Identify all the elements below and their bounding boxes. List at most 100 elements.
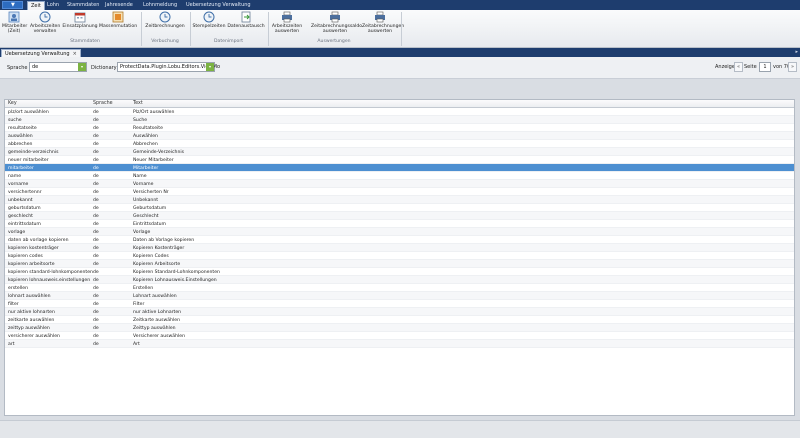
column-header-text[interactable]: Text [133,101,143,106]
key-cell[interactable]: eintrittsdatum [8,222,41,227]
table-row[interactable]: eintrittsdatum de Eintrittsdatum [5,220,794,228]
text-cell[interactable]: Art [133,342,140,347]
sprache-cell[interactable]: de [93,278,99,283]
table-row[interactable]: suche de Suche [5,116,794,124]
text-cell[interactable]: Kopieren Arbeitsorte [133,262,180,267]
page-input[interactable]: 1 [759,62,771,72]
table-row[interactable]: versicherer auswählen de Versicherer auswä… [5,332,794,340]
key-cell[interactable]: lohnart auswählen [8,294,51,299]
sprache-cell[interactable]: de [93,230,99,235]
text-cell[interactable]: Zeitkarte auswählen [133,318,180,323]
datenaustausch-button[interactable]: Datenaustausch [227,11,265,29]
dropdown-arrow-icon[interactable]: ▾ [206,63,214,71]
sprache-cell[interactable]: de [93,142,99,147]
table-row[interactable]: nur aktive lohnarten de nur aktive Lohnart… [5,308,794,316]
sprache-cell[interactable]: de [93,270,99,275]
sprache-cell[interactable]: de [93,246,99,251]
key-cell[interactable]: versichertennr [8,190,42,195]
key-cell[interactable]: vorlage [8,230,25,235]
table-row[interactable]: auswählen de Auswählen [5,132,794,140]
sprache-cell[interactable]: de [93,174,99,179]
document-tab-uebersetzung-verwaltung[interactable]: Uebersetzung Verwaltung × [1,49,81,57]
key-cell[interactable]: geschlecht [8,214,33,219]
text-cell[interactable]: Kopieren Lohnausweis.Einstellungen [133,278,217,283]
next-page-button[interactable]: » [788,62,797,72]
table-row[interactable]: gemeinde-verzeichnis de Gemeinde-Verzeichn… [5,148,794,156]
dictionary-select[interactable]: ProtectData.Plugin.Lobu.Editors.ViewMo ▾ [117,62,220,72]
text-cell[interactable]: Daten ab Vorlage kopieren [133,238,194,243]
table-row[interactable]: versichertennr de Versicherten Nr [5,188,794,196]
sprache-cell[interactable]: de [93,198,99,203]
text-cell[interactable]: Geburtsdatum [133,206,166,211]
table-row[interactable]: kopieren kostenträger de Kopieren Kostentr… [5,244,794,252]
key-cell[interactable]: erstellen [8,286,28,291]
key-cell[interactable]: kopieren standard-lohnkomponenten [8,270,93,275]
sprache-cell[interactable]: de [93,118,99,123]
column-header-key[interactable]: Key [8,101,17,106]
table-row[interactable]: unbekannt de Unbekannt [5,196,794,204]
key-cell[interactable]: suche [8,118,22,123]
text-cell[interactable]: Versicherer auswählen [133,334,185,339]
key-cell[interactable]: abbrechen [8,142,32,147]
sprache-cell[interactable]: de [93,222,99,227]
sprache-cell[interactable]: de [93,150,99,155]
sprache-select[interactable]: de ▾ [29,62,87,72]
text-cell[interactable]: Filter [133,302,144,307]
key-cell[interactable]: kopieren codes [8,254,43,259]
key-cell[interactable]: geburtsdatum [8,206,41,211]
table-row[interactable]: resultatseite de Resultatseite [5,124,794,132]
table-row[interactable]: kopieren arbeitsorte de Kopieren Arbeitsor… [5,260,794,268]
sprache-cell[interactable]: de [93,134,99,139]
sprache-cell[interactable]: de [93,254,99,259]
sprache-cell[interactable]: de [93,214,99,219]
tab-jahresende[interactable]: Jahresende [102,1,136,10]
tab-zeit[interactable]: Zeit [27,1,45,10]
zeitabrechnungssaldo-auswerten-button[interactable]: Zeitabrechnungssaldo auswerten [311,11,362,34]
table-row[interactable]: kopieren lohnausweis.einstellungen de Kopi… [5,276,794,284]
table-row[interactable]: geschlecht de Geschlecht [5,212,794,220]
table-row[interactable]: abbrechen de Abbrechen [5,140,794,148]
tab-scroll-arrow-icon[interactable]: ▸ [795,49,798,55]
text-cell[interactable]: Unbekannt [133,198,158,203]
einsatzplanung-button[interactable]: Einsatzplanung [62,11,98,29]
arbeitszeiten-auswerten-button[interactable]: Arbeitszeiten auswerten [270,11,304,34]
sprache-cell[interactable]: de [93,326,99,331]
sprache-cell[interactable]: de [93,126,99,131]
table-row[interactable]: neuer mitarbeiter de Neuer Mitarbeiter [5,156,794,164]
text-cell[interactable]: Vorname [133,182,153,187]
key-cell[interactable]: resultatseite [8,126,37,131]
text-cell[interactable]: Abbrechen [133,142,158,147]
key-cell[interactable]: plz/ort auswählen [8,110,49,115]
text-cell[interactable]: Name [133,174,147,179]
text-cell[interactable]: Gemeinde-Verzeichnis [133,150,184,155]
sprache-cell[interactable]: de [93,334,99,339]
text-cell[interactable]: Mitarbeiter [133,166,158,171]
key-cell[interactable]: versicherer auswählen [8,334,60,339]
table-row[interactable]: vorname de Vorname [5,180,794,188]
table-row[interactable]: mitarbeiter de Mitarbeiter [5,164,794,172]
text-cell[interactable]: Neuer Mitarbeiter [133,158,174,163]
previous-page-button[interactable]: « [734,62,743,72]
zeitbrechnungen-button[interactable]: Zeitbrechnungen [143,11,187,29]
text-cell[interactable]: Kopieren Standard-Lohnkomponenten [133,270,220,275]
key-cell[interactable]: kopieren lohnausweis.einstellungen [8,278,90,283]
text-cell[interactable]: Kopieren Kostenträger [133,246,184,251]
table-row[interactable]: filter de Filter [5,300,794,308]
text-cell[interactable]: Erstellen [133,286,153,291]
table-row[interactable]: kopieren standard-lohnkomponenten de Kopie… [5,268,794,276]
dropdown-arrow-icon[interactable]: ▾ [78,63,86,71]
tab-stammdaten[interactable]: Stammdaten [64,1,102,10]
sprache-cell[interactable]: de [93,110,99,115]
tab-lohn[interactable]: Lohn [44,1,62,10]
text-cell[interactable]: Plz/Ort auswählen [133,110,174,115]
tab-lohnmeldung[interactable]: Lohnmeldung [140,1,180,10]
text-cell[interactable]: Lohnart auswählen [133,294,177,299]
sprache-cell[interactable]: de [93,166,99,171]
key-cell[interactable]: mitarbeiter [8,166,34,171]
table-row[interactable]: vorlage de Vorlage [5,228,794,236]
text-cell[interactable]: Geschlecht [133,214,159,219]
text-cell[interactable]: Zeittyp auswählen [133,326,176,331]
sprache-cell[interactable]: de [93,310,99,315]
sprache-cell[interactable]: de [93,206,99,211]
key-cell[interactable]: nur aktive lohnarten [8,310,55,315]
